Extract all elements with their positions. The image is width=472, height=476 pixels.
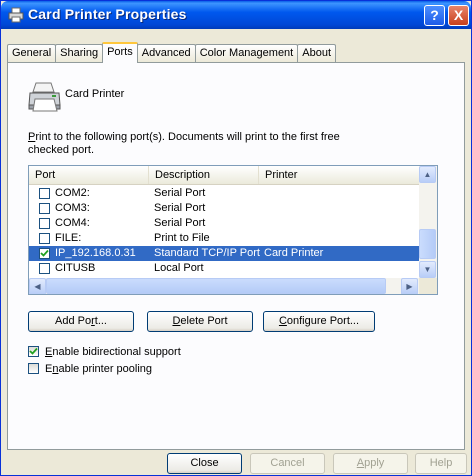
window-title: Card Printer Properties bbox=[28, 6, 187, 22]
tab-general[interactable]: General bbox=[7, 44, 57, 62]
port-row[interactable]: FILE: Print to File bbox=[29, 231, 419, 246]
scroll-corner bbox=[419, 278, 437, 294]
port-name: CITUSB bbox=[55, 262, 96, 274]
ports-panel: Card Printer Print to the following port… bbox=[7, 62, 465, 450]
port-description: Serial Port bbox=[154, 202, 206, 214]
port-list-header: Port Description Printer bbox=[29, 166, 419, 185]
port-name: COM2: bbox=[55, 187, 90, 199]
port-name: COM4: bbox=[55, 217, 90, 229]
checkmark-icon bbox=[29, 347, 38, 355]
port-row[interactable]: COM4: Serial Port bbox=[29, 216, 419, 231]
scroll-left-icon[interactable]: ◀ bbox=[29, 278, 46, 294]
bidirectional-checkbox[interactable] bbox=[28, 346, 39, 357]
port-description: Serial Port bbox=[154, 187, 206, 199]
column-header-printer[interactable]: Printer bbox=[259, 166, 419, 184]
properties-dialog: Card Printer Properties ? X General Shar… bbox=[0, 0, 472, 476]
tab-advanced[interactable]: Advanced bbox=[136, 44, 196, 62]
port-row[interactable]: COM2: Serial Port bbox=[29, 186, 419, 201]
horizontal-scrollbar[interactable]: ◀ ▶ bbox=[29, 278, 419, 294]
pooling-checkbox[interactable] bbox=[28, 363, 39, 374]
port-checkbox[interactable] bbox=[39, 233, 50, 244]
port-instruction: Print to the following port(s). Document… bbox=[28, 131, 358, 157]
port-row[interactable]: CITUSB Local Port bbox=[29, 261, 419, 276]
port-row[interactable]: COM3: Serial Port bbox=[29, 201, 419, 216]
title-bar[interactable]: Card Printer Properties ? X bbox=[1, 1, 471, 29]
printer-name: Card Printer bbox=[65, 88, 125, 100]
tab-ports[interactable]: Ports bbox=[102, 42, 138, 63]
scroll-down-icon[interactable]: ▼ bbox=[419, 261, 436, 278]
column-header-port[interactable]: Port bbox=[29, 166, 149, 184]
port-name: IP_192.168.0.31 bbox=[55, 247, 136, 259]
tab-sharing[interactable]: Sharing bbox=[55, 44, 104, 62]
port-checkbox[interactable] bbox=[39, 203, 50, 214]
tab-color-management[interactable]: Color Management bbox=[194, 44, 299, 62]
checkmark-icon bbox=[40, 249, 49, 257]
configure-port-button[interactable]: Configure Port... bbox=[263, 311, 375, 332]
printer-icon bbox=[28, 82, 61, 112]
scroll-up-icon[interactable]: ▲ bbox=[419, 166, 436, 183]
bidirectional-label: Enable bidirectional support bbox=[45, 346, 181, 358]
delete-port-button[interactable]: Delete Port bbox=[147, 311, 253, 332]
help-footer-button[interactable]: Help bbox=[415, 453, 467, 474]
tab-about[interactable]: About bbox=[297, 44, 336, 62]
vertical-scroll-thumb[interactable] bbox=[419, 229, 436, 259]
port-description: Standard TCP/IP Port bbox=[154, 247, 260, 259]
port-list[interactable]: Port Description Printer COM2: Serial Po… bbox=[28, 165, 438, 295]
port-name: FILE: bbox=[55, 232, 82, 244]
port-printer: Card Printer bbox=[264, 247, 324, 259]
port-checkbox-checked[interactable] bbox=[39, 248, 50, 259]
vertical-scrollbar[interactable]: ▲ ▼ bbox=[419, 166, 437, 278]
help-button[interactable]: ? bbox=[424, 5, 445, 26]
port-row-selected[interactable]: IP_192.168.0.31 Standard TCP/IP Port Car… bbox=[29, 246, 419, 261]
instruction-text: rint to the following port(s). Documents… bbox=[28, 131, 340, 156]
close-button[interactable]: Close bbox=[167, 453, 242, 474]
add-port-button[interactable]: Add Port... bbox=[28, 311, 134, 332]
pooling-label: Enable printer pooling bbox=[45, 363, 153, 375]
scroll-right-icon[interactable]: ▶ bbox=[401, 278, 418, 294]
port-description: Local Port bbox=[154, 262, 204, 274]
horizontal-scroll-thumb[interactable] bbox=[46, 278, 386, 294]
port-description: Serial Port bbox=[154, 217, 206, 229]
port-description: Print to File bbox=[154, 232, 210, 244]
port-checkbox[interactable] bbox=[39, 188, 50, 199]
cancel-button[interactable]: Cancel bbox=[250, 453, 325, 474]
port-name: COM3: bbox=[55, 202, 90, 214]
port-checkbox[interactable] bbox=[39, 263, 50, 274]
printer-icon bbox=[8, 7, 24, 23]
close-window-button[interactable]: X bbox=[448, 5, 469, 26]
port-checkbox[interactable] bbox=[39, 218, 50, 229]
column-header-description[interactable]: Description bbox=[149, 166, 259, 184]
tab-strip: General Sharing Ports Advanced Color Man… bbox=[7, 42, 336, 63]
apply-button[interactable]: Apply bbox=[333, 453, 408, 474]
